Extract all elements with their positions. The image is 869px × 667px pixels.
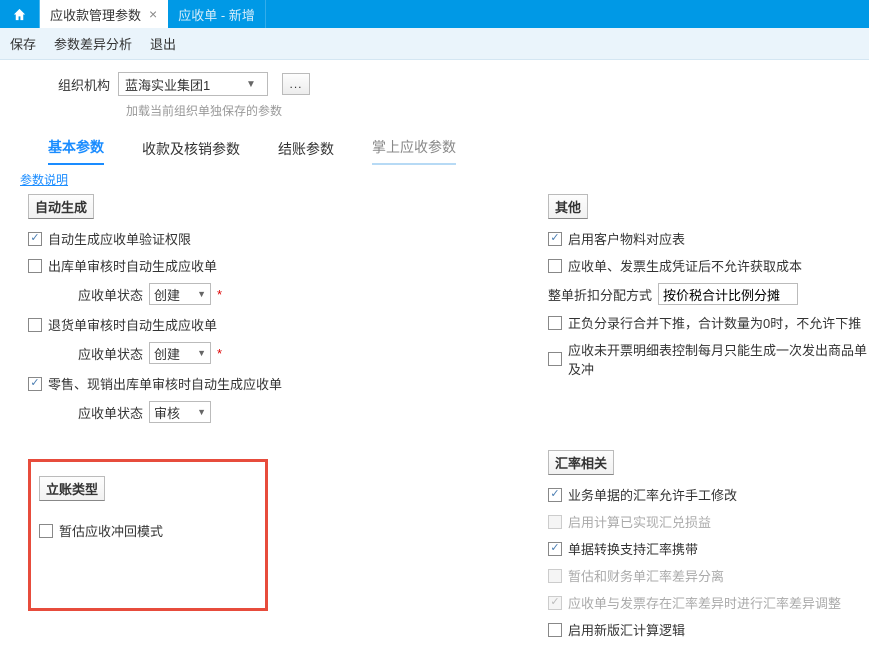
org-browse-button[interactable]: ...: [282, 73, 310, 95]
state-value: 审核: [154, 403, 180, 422]
chk-realized-exch: [548, 515, 562, 529]
state-value: 创建: [154, 344, 180, 363]
chk-new-rate-logic[interactable]: [548, 623, 562, 637]
tab-label: 应收单 - 新增: [178, 5, 255, 24]
home-icon: [12, 7, 27, 22]
chk-label: 出库单审核时自动生成应收单: [48, 256, 217, 275]
chevron-down-icon: ▼: [241, 79, 261, 90]
chk-rate-carry[interactable]: [548, 542, 562, 556]
chk-retail-audit-gen[interactable]: [28, 377, 42, 391]
state-select-3[interactable]: 审核 ▼: [149, 401, 211, 423]
org-hint: 加载当前组织单独保存的参数: [126, 102, 869, 119]
chk-rate-manual[interactable]: [548, 488, 562, 502]
toolbar: 保存 参数差异分析 退出: [0, 28, 869, 60]
discount-mode-input[interactable]: [658, 283, 798, 305]
tab-ar-params[interactable]: 应收款管理参数 ×: [40, 0, 168, 28]
state-label: 应收单状态: [78, 285, 143, 304]
required-mark: *: [217, 287, 222, 302]
chk-label: 正负分录行合并下推，合计数量为0时，不允许下推: [568, 313, 861, 332]
chk-label: 启用计算已实现汇兑损益: [568, 512, 711, 531]
section-accounting-type-title: 立账类型: [39, 476, 105, 501]
home-tab[interactable]: [0, 0, 40, 28]
param-desc-link[interactable]: 参数说明: [20, 171, 68, 188]
sub-tabs: 基本参数 收款及核销参数 结账参数 掌上应收参数: [48, 137, 869, 165]
chk-label: 暂估应收冲回模式: [59, 521, 163, 540]
chk-estimate-fin-sep: [548, 569, 562, 583]
chk-label: 零售、现销出库单审核时自动生成应收单: [48, 374, 282, 393]
chk-customer-material[interactable]: [548, 232, 562, 246]
chevron-down-icon: ▼: [197, 407, 206, 417]
exit-button[interactable]: 退出: [150, 34, 176, 53]
chk-label: 应收未开票明细表控制每月只能生成一次发出商品单及冲: [568, 340, 869, 378]
chk-label: 暂估和财务单汇率差异分离: [568, 566, 724, 585]
chk-rate-diff-adjust: [548, 596, 562, 610]
section-other-title: 其他: [548, 194, 588, 219]
save-button[interactable]: 保存: [10, 34, 36, 53]
tab-receipt-params[interactable]: 收款及核销参数: [142, 139, 240, 165]
tab-ar-bill-new[interactable]: 应收单 - 新增: [168, 0, 266, 28]
tab-closing-params[interactable]: 结账参数: [278, 139, 334, 165]
state-value: 创建: [154, 285, 180, 304]
close-icon[interactable]: ×: [149, 6, 157, 22]
chk-label: 退货单审核时自动生成应收单: [48, 315, 217, 334]
section-auto-gen-title: 自动生成: [28, 194, 94, 219]
chk-label: 启用新版汇计算逻辑: [568, 620, 685, 639]
state-select-2[interactable]: 创建 ▼: [149, 342, 211, 364]
chk-auto-gen-auth[interactable]: [28, 232, 42, 246]
state-select-1[interactable]: 创建 ▼: [149, 283, 211, 305]
chk-uninvoiced-control[interactable]: [548, 352, 562, 366]
org-row: 组织机构 蓝海实业集团1 ▼ ...: [0, 60, 869, 98]
chk-label: 启用客户物料对应表: [568, 229, 685, 248]
top-tabbar: 应收款管理参数 × 应收单 - 新增: [0, 0, 869, 28]
chk-label: 应收单与发票存在汇率差异时进行汇率差异调整: [568, 593, 841, 612]
state-label: 应收单状态: [78, 344, 143, 363]
org-select[interactable]: 蓝海实业集团1 ▼: [118, 72, 268, 96]
required-mark: *: [217, 346, 222, 361]
section-exchange-rate-title: 汇率相关: [548, 450, 614, 475]
org-label: 组织机构: [0, 75, 118, 94]
chk-label: 应收单、发票生成凭证后不允许获取成本: [568, 256, 802, 275]
chk-label: 单据转换支持汇率携带: [568, 539, 698, 558]
state-label: 应收单状态: [78, 403, 143, 422]
chk-return-audit-gen[interactable]: [28, 318, 42, 332]
chk-merge-push[interactable]: [548, 316, 562, 330]
org-value: 蓝海实业集团1: [125, 75, 210, 94]
chk-label: 业务单据的汇率允许手工修改: [568, 485, 737, 504]
discount-label: 整单折扣分配方式: [548, 285, 652, 304]
chevron-down-icon: ▼: [197, 289, 206, 299]
chk-label: 自动生成应收单验证权限: [48, 229, 191, 248]
chk-outbound-audit-gen[interactable]: [28, 259, 42, 273]
tab-mobile-params[interactable]: 掌上应收参数: [372, 137, 456, 165]
chk-voucher-no-cost[interactable]: [548, 259, 562, 273]
chk-estimate-reverse-mode[interactable]: [39, 524, 53, 538]
param-diff-button[interactable]: 参数差异分析: [54, 34, 132, 53]
tab-basic-params[interactable]: 基本参数: [48, 137, 104, 165]
highlight-accounting-type: 立账类型 暂估应收冲回模式: [28, 459, 268, 611]
chevron-down-icon: ▼: [197, 348, 206, 358]
tab-label: 应收款管理参数: [50, 5, 141, 24]
